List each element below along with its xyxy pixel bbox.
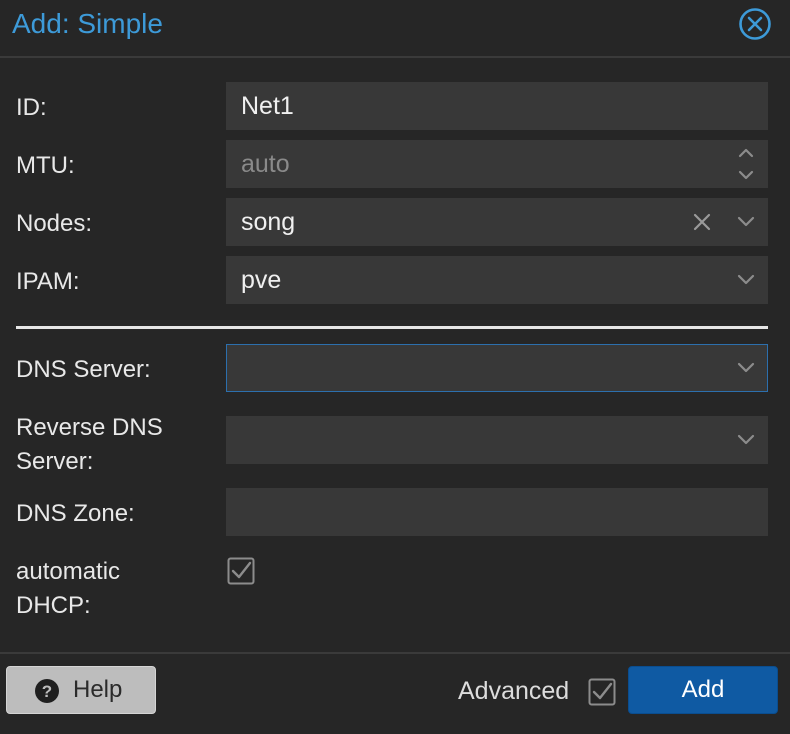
mtu-label: MTU: [16,152,75,179]
dialog-title: Add: Simple [12,8,163,39]
svg-text:?: ? [42,682,52,701]
nodes-combobox[interactable]: song [226,198,768,246]
ipam-label: IPAM: [16,268,80,295]
nodes-dropdown-trigger[interactable] [729,199,763,245]
ipam-value: pve [241,266,282,294]
automatic-dhcp-checkbox[interactable] [227,557,255,585]
reverse-dns-server-dropdown-trigger[interactable] [729,417,763,463]
advanced-separator [16,326,768,329]
nodes-clear-button[interactable] [685,199,719,245]
reverse-dns-server-label-line1: Reverse DNS [16,414,163,441]
chevron-down-icon [737,362,755,373]
nodes-value: song [241,208,296,236]
clear-x-icon [693,213,711,231]
question-circle-icon: ? [35,679,59,703]
help-button[interactable]: ? Help [6,666,156,714]
add-button-label: Add [681,676,725,703]
mtu-placeholder: auto [241,150,290,178]
spinner-arrows-icon [738,148,754,180]
checkbox-checked-icon [588,678,616,706]
reverse-dns-server-label-line2: Server: [16,448,94,475]
dns-server-combobox[interactable] [226,344,768,392]
advanced-checkbox[interactable] [588,678,616,706]
advanced-label: Advanced [458,677,570,705]
automatic-dhcp-label-line2: DHCP: [16,592,91,619]
chevron-down-icon [737,434,755,445]
dns-server-dropdown-trigger[interactable] [729,345,763,391]
id-label: ID: [16,94,47,121]
automatic-dhcp-label-line1: automatic [16,558,121,585]
add-button[interactable]: Add [628,666,778,714]
reverse-dns-server-combobox[interactable] [226,416,768,464]
close-circle-icon [739,8,771,40]
dialog-titlebar: Add: Simple [0,0,790,58]
close-button[interactable] [738,7,772,41]
nodes-label: Nodes: [16,210,93,237]
id-value: Net1 [241,92,294,120]
checkbox-checked-icon [227,557,255,585]
mtu-field[interactable]: auto [226,140,768,188]
help-button-label: Help [73,676,123,703]
dns-server-label: DNS Server: [16,356,151,383]
chevron-down-icon [737,216,755,227]
dns-zone-field[interactable] [226,488,768,536]
mtu-spinner[interactable] [729,141,763,187]
ipam-combobox[interactable]: pve [226,256,768,304]
add-simple-dialog: Add: Simple ID: Net1 MTU: auto Nodes: so… [0,0,790,734]
dns-zone-label: DNS Zone: [16,500,135,527]
ipam-dropdown-trigger[interactable] [729,257,763,303]
chevron-down-icon [737,274,755,285]
id-field[interactable]: Net1 [226,82,768,130]
